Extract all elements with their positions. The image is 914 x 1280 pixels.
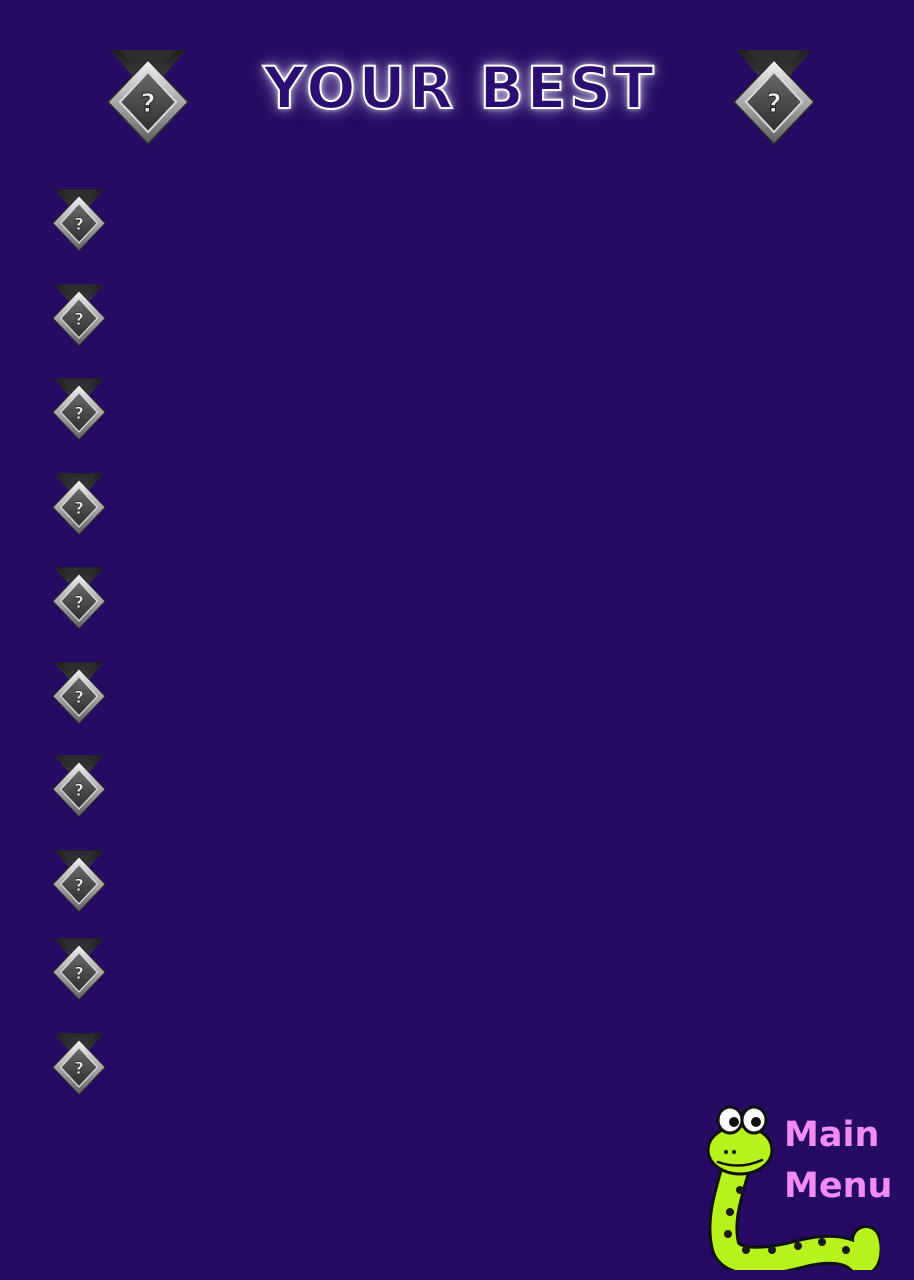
locked-medal-icon (50, 283, 108, 347)
achievement-label (130, 949, 630, 989)
achievement-label (130, 295, 630, 335)
main-menu-label-line1[interactable]: Main (784, 1115, 879, 1155)
main-menu-label-line2[interactable]: Menu (784, 1166, 892, 1206)
locked-medal-icon (50, 754, 108, 818)
achievement-label (130, 1044, 630, 1084)
achievement-label (130, 766, 630, 806)
locked-medal-icon (50, 377, 108, 441)
locked-medal-icon (50, 1032, 108, 1096)
achievement-label (130, 200, 630, 240)
achievement-label (130, 578, 630, 618)
achievement-label (130, 673, 630, 713)
main-menu-button[interactable]: Main Menu (700, 1100, 900, 1270)
locked-medal-icon (50, 566, 108, 630)
locked-medal-icon (732, 48, 816, 146)
achievement-label (130, 389, 630, 429)
locked-medal-icon (50, 188, 108, 252)
achievement-label (130, 861, 630, 901)
locked-medal-icon (50, 849, 108, 913)
locked-medal-icon (50, 937, 108, 1001)
locked-medal-icon (50, 661, 108, 725)
locked-medal-icon (50, 472, 108, 536)
achievement-label (130, 484, 630, 524)
locked-medal-icon (106, 48, 190, 146)
page-title: YOUR BEST (262, 53, 657, 123)
